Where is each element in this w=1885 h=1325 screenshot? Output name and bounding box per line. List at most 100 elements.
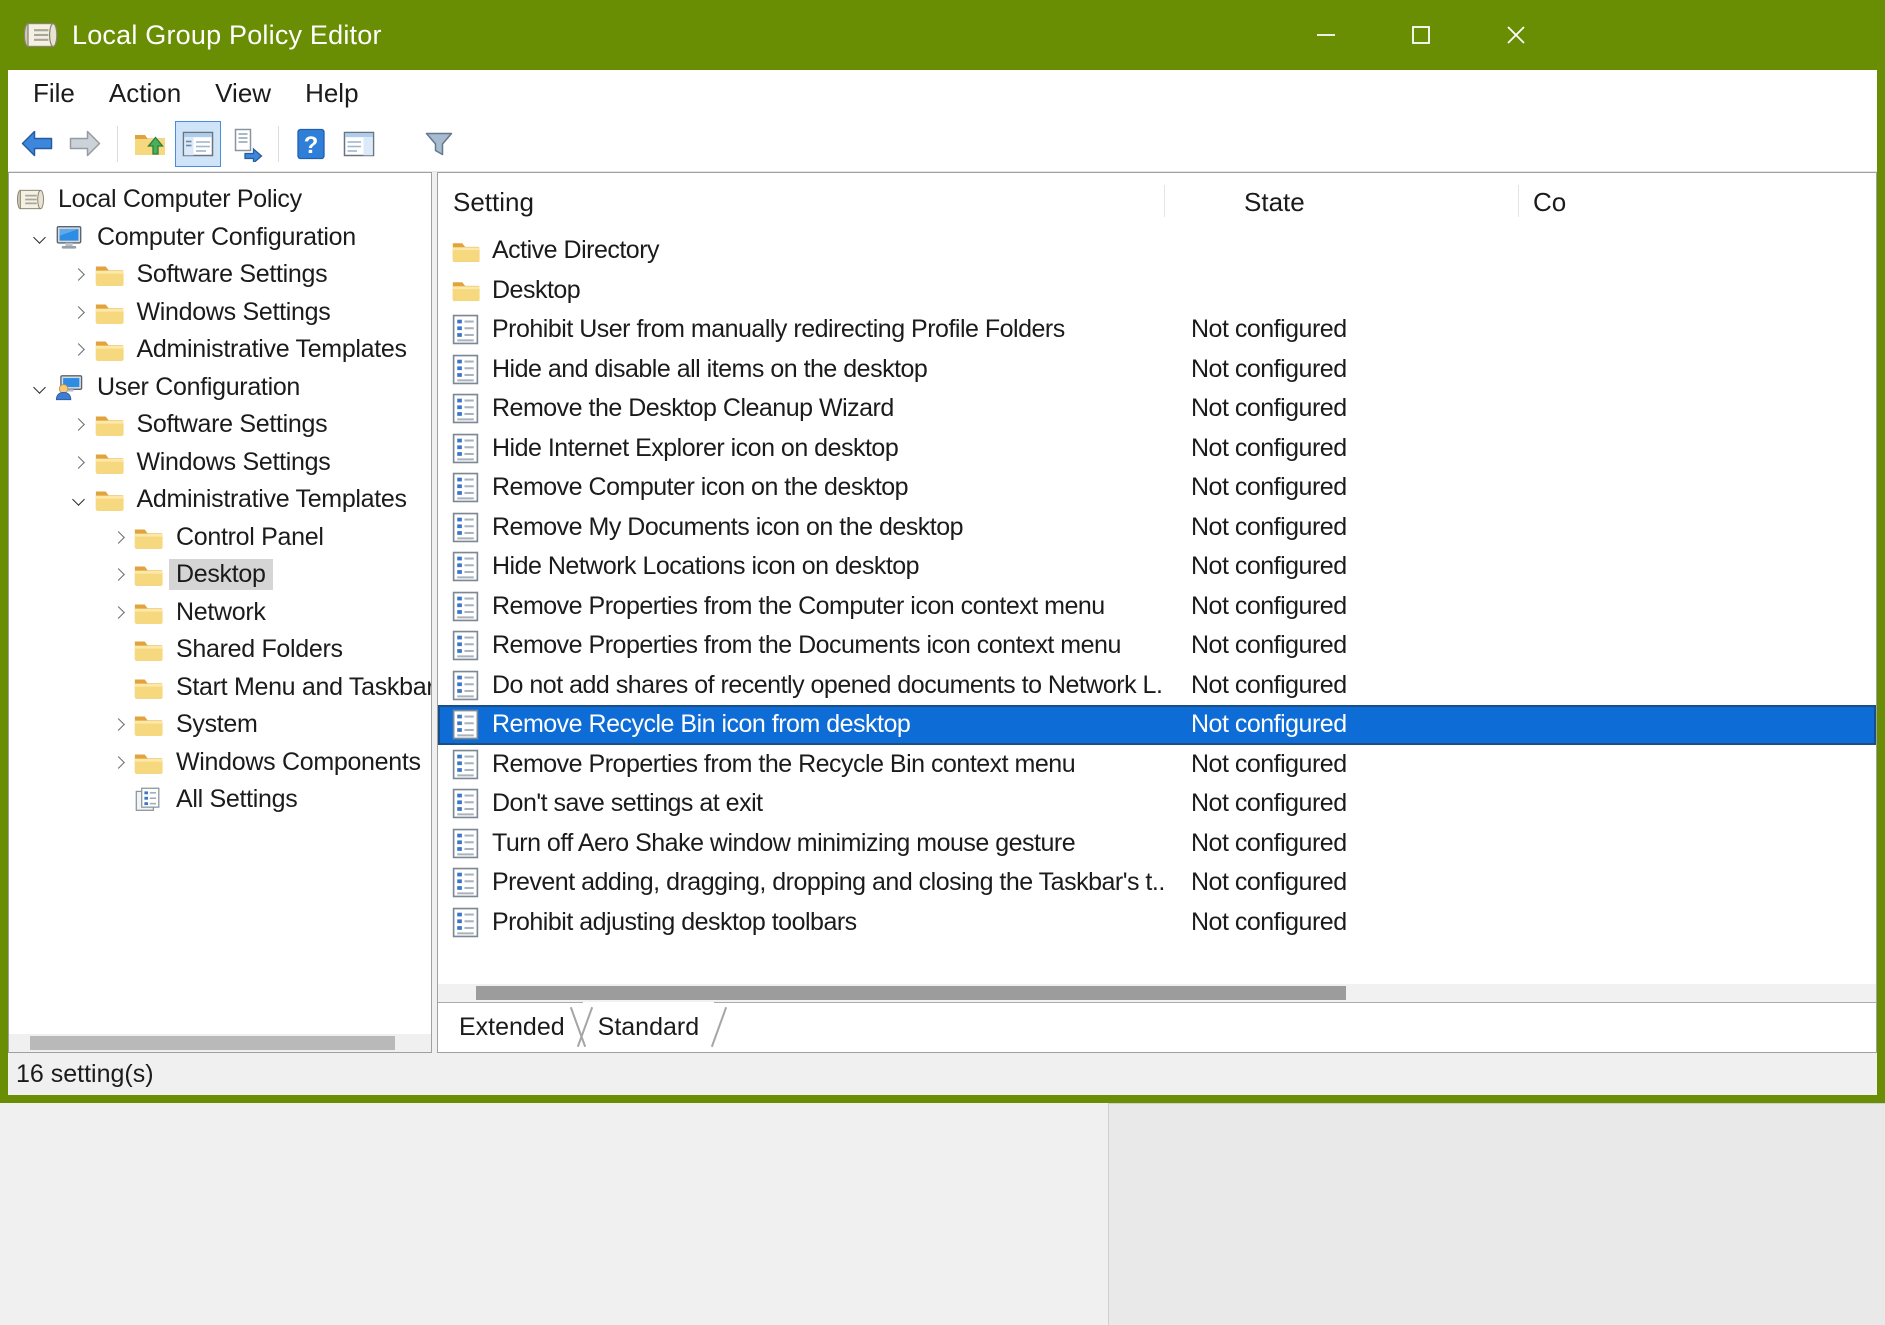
list-row-remove-the-desktop-cleanup-wizard[interactable]: Remove the Desktop Cleanup WizardNot con… (438, 389, 1876, 429)
setting-cell: Prohibit User from manually redirecting … (438, 310, 1164, 350)
tree-item-system[interactable]: System (9, 706, 431, 744)
chevron-collapsed-icon[interactable] (66, 308, 92, 317)
menu-help[interactable]: Help (288, 70, 375, 116)
setting-icon (451, 788, 481, 820)
chevron-collapsed-icon[interactable] (66, 420, 92, 429)
list-scrollbar-thumb[interactable] (476, 986, 1346, 1000)
column-divider[interactable] (1518, 185, 1519, 217)
chevron-collapsed-icon[interactable] (105, 533, 131, 542)
list-row-remove-recycle-bin-icon-from-desktop[interactable]: Remove Recycle Bin icon from desktopNot … (438, 705, 1876, 745)
tree-item-administrative-templates[interactable]: Administrative Templates (9, 481, 431, 519)
tree-item-windows-settings[interactable]: Windows Settings (9, 294, 431, 332)
folder-icon (133, 711, 163, 738)
setting-label: Hide Network Locations icon on desktop (492, 552, 919, 581)
window-title: Local Group Policy Editor (72, 20, 382, 51)
list-row-hide-and-disable-all-items-on-the-desktop[interactable]: Hide and disable all items on the deskto… (438, 350, 1876, 390)
tab-extended[interactable]: Extended (440, 1003, 584, 1052)
list-row-remove-my-documents-icon-on-the-desktop[interactable]: Remove My Documents icon on the desktopN… (438, 508, 1876, 548)
setting-label: Turn off Aero Shake window minimizing mo… (492, 829, 1075, 858)
list-horizontal-scrollbar[interactable] (438, 984, 1876, 1002)
setting-cell: Remove Recycle Bin icon from desktop (438, 705, 1164, 745)
tree-item-software-settings[interactable]: Software Settings (9, 256, 431, 294)
chevron-collapsed-icon[interactable] (66, 458, 92, 467)
tree-item-shared-folders[interactable]: Shared Folders (9, 631, 431, 669)
tree-item-windows-components[interactable]: Windows Components (9, 744, 431, 782)
tree-scrollbar-thumb[interactable] (30, 1036, 395, 1050)
list-row-remove-properties-from-the-computer-icon-context-menu[interactable]: Remove Properties from the Computer icon… (438, 587, 1876, 627)
tree-item-user-configuration[interactable]: User Configuration (9, 369, 431, 407)
export-list-button[interactable] (223, 121, 269, 167)
menu-file[interactable]: File (16, 70, 92, 116)
chevron-collapsed-icon[interactable] (105, 720, 131, 729)
setting-cell: Prevent adding, dragging, dropping and c… (438, 863, 1164, 903)
help-button[interactable]: ? (288, 121, 334, 167)
chevron-collapsed-icon[interactable] (105, 758, 131, 767)
setting-label: Remove My Documents icon on the desktop (492, 513, 963, 542)
up-one-level-button[interactable] (127, 121, 173, 167)
list-row-prohibit-adjusting-desktop-toolbars[interactable]: Prohibit adjusting desktop toolbarsNot c… (438, 903, 1876, 943)
show-action-pane-button[interactable] (336, 121, 382, 167)
column-header-setting[interactable]: Setting (453, 173, 534, 231)
tree-item-computer-configuration[interactable]: Computer Configuration (9, 219, 431, 257)
minimize-button[interactable] (1278, 0, 1373, 70)
tree-item-desktop[interactable]: Desktop (9, 556, 431, 594)
list-row-remove-properties-from-the-documents-icon-context-menu[interactable]: Remove Properties from the Documents ico… (438, 626, 1876, 666)
list-row-desktop[interactable]: Desktop (438, 271, 1876, 311)
tree-item-label: System (169, 709, 265, 740)
tree-horizontal-scrollbar[interactable] (9, 1034, 431, 1052)
list-row-hide-internet-explorer-icon-on-desktop[interactable]: Hide Internet Explorer icon on desktopNo… (438, 429, 1876, 469)
list-row-active-directory[interactable]: Active Directory (438, 231, 1876, 271)
tree-item-network[interactable]: Network (9, 594, 431, 632)
back-arrow-button[interactable] (14, 121, 60, 167)
setting-cell: Do not add shares of recently opened doc… (438, 666, 1164, 706)
setting-label: Active Directory (492, 236, 659, 265)
background-area (0, 1103, 1885, 1325)
close-button[interactable] (1468, 0, 1563, 70)
list-row-hide-network-locations-icon-on-desktop[interactable]: Hide Network Locations icon on desktopNo… (438, 547, 1876, 587)
list-row-don-t-save-settings-at-exit[interactable]: Don't save settings at exitNot configure… (438, 784, 1876, 824)
maximize-button[interactable] (1373, 0, 1468, 70)
list-row-prevent-adding-dragging-dropping-and-closing-the-taskbar-s-t[interactable]: Prevent adding, dragging, dropping and c… (438, 863, 1876, 903)
setting-cell: Remove Computer icon on the desktop (438, 468, 1164, 508)
tree-item-windows-settings[interactable]: Windows Settings (9, 444, 431, 482)
chevron-expanded-icon[interactable] (26, 383, 52, 392)
menu-view[interactable]: View (198, 70, 288, 116)
list-row-remove-properties-from-the-recycle-bin-context-menu[interactable]: Remove Properties from the Recycle Bin c… (438, 745, 1876, 785)
filter-button[interactable] (416, 121, 462, 167)
folder-icon (94, 261, 124, 288)
list-row-do-not-add-shares-of-recently-opened-documents-to-network-l[interactable]: Do not add shares of recently opened doc… (438, 666, 1876, 706)
state-cell: Not configured (1191, 587, 1347, 627)
chevron-collapsed-icon[interactable] (66, 345, 92, 354)
chevron-collapsed-icon[interactable] (66, 270, 92, 279)
column-header-state[interactable]: State (1244, 173, 1305, 231)
menu-action[interactable]: Action (92, 70, 198, 116)
list-row-prohibit-user-from-manually-redirecting-profile-folders[interactable]: Prohibit User from manually redirecting … (438, 310, 1876, 350)
tree-item-control-panel[interactable]: Control Panel (9, 519, 431, 557)
chevron-expanded-icon[interactable] (66, 495, 92, 504)
chevron-collapsed-icon[interactable] (105, 608, 131, 617)
column-header-comment[interactable]: Co (1533, 173, 1566, 231)
tree-item-label: Software Settings (130, 259, 335, 290)
tree-item-all-settings[interactable]: All Settings (9, 781, 431, 819)
chevron-expanded-icon[interactable] (26, 233, 52, 242)
tab-standard[interactable]: Standard (579, 1003, 718, 1052)
list-row-turn-off-aero-shake-window-minimizing-mouse-gesture[interactable]: Turn off Aero Shake window minimizing mo… (438, 824, 1876, 864)
chevron-collapsed-icon[interactable] (105, 570, 131, 579)
column-divider[interactable] (1164, 185, 1165, 217)
setting-icon (451, 630, 481, 662)
tree-item-local-computer-policy[interactable]: Local Computer Policy (9, 181, 431, 219)
tree-item-label: All Settings (169, 784, 304, 815)
tree-item-label: Computer Configuration (90, 222, 363, 253)
forward-arrow-button[interactable] (62, 121, 108, 167)
setting-cell: Remove Properties from the Computer icon… (438, 587, 1164, 627)
title-bar[interactable]: Local Group Policy Editor (0, 0, 1885, 70)
folder-icon (133, 749, 163, 776)
tree-item-administrative-templates[interactable]: Administrative Templates (9, 331, 431, 369)
setting-cell: Hide Network Locations icon on desktop (438, 547, 1164, 587)
tree-item-software-settings[interactable]: Software Settings (9, 406, 431, 444)
show-console-tree-button[interactable] (175, 121, 221, 167)
up-one-level-icon (132, 126, 168, 162)
tree-item-start-menu-and-taskbar[interactable]: Start Menu and Taskbar (9, 669, 431, 707)
list-row-remove-computer-icon-on-the-desktop[interactable]: Remove Computer icon on the desktopNot c… (438, 468, 1876, 508)
show-console-tree-icon (180, 126, 216, 162)
